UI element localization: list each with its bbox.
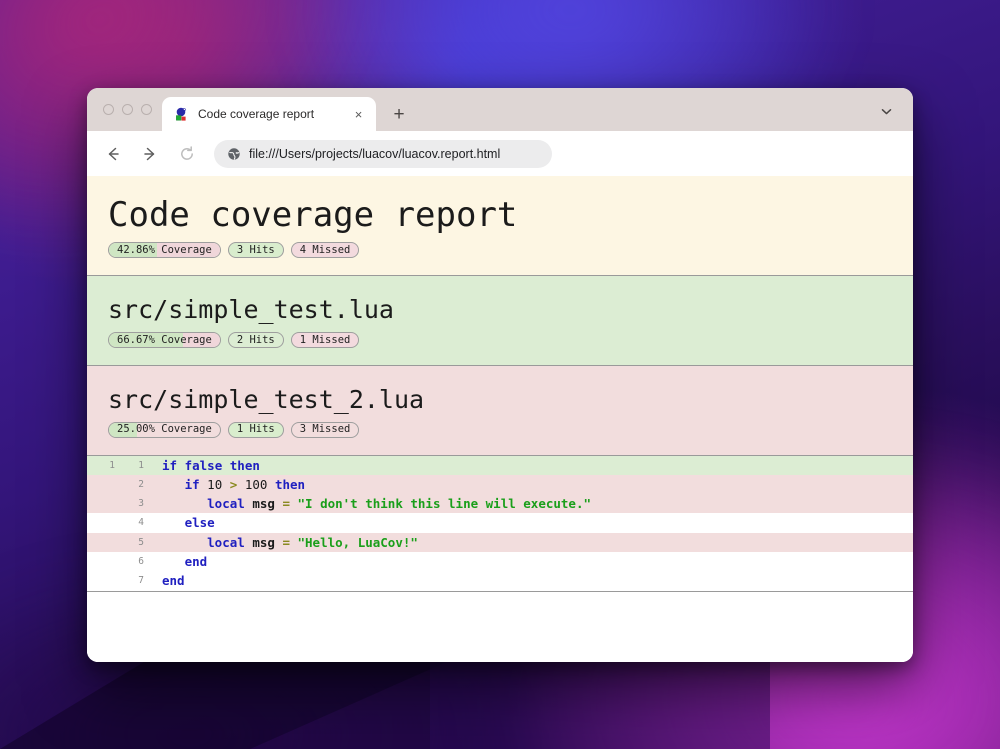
line-number: 1 (138, 459, 144, 471)
minimize-window-button[interactable] (122, 104, 133, 115)
missed-badge-label: 4 Missed (299, 243, 351, 256)
file-missed-badge: 3 Missed (290, 421, 360, 438)
code-text: end (162, 573, 185, 589)
code-text: if 10 > 100 then (184, 476, 306, 492)
code-line: 3 local msg = "I don't think this line w… (87, 494, 913, 514)
summary-coverage-badge: 42.86% Coverage (108, 242, 221, 259)
code-line: 6 end (87, 552, 913, 572)
hits-badge-label: 1 Hits (236, 423, 275, 436)
footer-text: Code coverage generated by LuaCov at 202… (87, 618, 913, 662)
close-tab-icon[interactable]: × (350, 106, 367, 123)
browser-window: Code coverage report × + file:///Users/p… (87, 88, 913, 662)
line-number: 2 (138, 478, 144, 490)
report-page: Code coverage report 42.86% Coverage 3 H… (87, 176, 913, 662)
hit-count: 1 (109, 459, 115, 471)
line-number: 7 (138, 575, 144, 587)
code-line: 1 1 if false then (87, 455, 913, 475)
code-text: local msg = "Hello, LuaCov!" (207, 534, 418, 550)
file-hits-badge: 1 Hits (227, 421, 284, 438)
tab-strip: Code coverage report × + (87, 88, 913, 131)
code-listing: 1 1 if false then 2 if 10 > 100 then 3 l… (87, 455, 913, 592)
file-hits-badge: 2 Hits (227, 331, 284, 348)
forward-icon[interactable] (138, 142, 162, 166)
file-section-simple-test-2: src/simple_test_2.lua 25.00% Coverage 1 … (87, 365, 913, 456)
hits-badge-label: 3 Hits (236, 243, 275, 256)
reload-icon[interactable] (175, 142, 199, 166)
line-number: 5 (138, 536, 144, 548)
code-line: 2 if 10 > 100 then (87, 474, 913, 495)
file-name: src/simple_test.lua (108, 295, 394, 325)
new-tab-button[interactable]: + (385, 100, 413, 128)
code-text: local msg = "I don't think this line wil… (207, 496, 591, 512)
code-text: else (184, 515, 215, 531)
browser-tab-active[interactable]: Code coverage report × (162, 97, 376, 131)
missed-badge-label: 3 Missed (299, 423, 351, 436)
summary-hits-badge: 3 Hits (227, 242, 284, 259)
code-line: 5 local msg = "Hello, LuaCov!" (87, 532, 913, 553)
back-icon[interactable] (101, 142, 125, 166)
file-missed-badge: 1 Missed (290, 331, 360, 348)
close-window-button[interactable] (103, 104, 114, 115)
code-text: if false then (162, 457, 260, 473)
maximize-window-button[interactable] (141, 104, 152, 115)
file-name: src/simple_test_2.lua (108, 384, 425, 414)
luacov-favicon (174, 107, 189, 122)
window-controls (99, 88, 162, 131)
code-line: 7 end (87, 571, 913, 591)
line-number: 6 (138, 556, 144, 568)
line-number: 3 (138, 498, 144, 510)
url-text: file:///Users/projects/luacov/luacov.rep… (249, 146, 501, 161)
file-badges: 25.00% Coverage 1 Hits 3 Missed (108, 421, 913, 438)
summary-missed-badge: 4 Missed (290, 242, 360, 259)
line-number: 4 (138, 517, 144, 529)
report-footer: Code coverage generated by LuaCov at 202… (87, 591, 913, 662)
file-coverage-badge: 66.67% Coverage (108, 331, 221, 348)
coverage-badge-label: 66.67% Coverage (117, 333, 212, 346)
hits-badge-label: 2 Hits (236, 333, 275, 346)
file-badges: 66.67% Coverage 2 Hits 1 Missed (108, 331, 913, 348)
code-text: end (184, 554, 208, 570)
globe-icon (227, 147, 241, 161)
page-title: Code coverage report (108, 195, 518, 235)
coverage-badge-label: 42.86% Coverage (117, 243, 212, 256)
browser-toolbar: file:///Users/projects/luacov/luacov.rep… (87, 131, 913, 176)
report-summary-section: Code coverage report 42.86% Coverage 3 H… (87, 176, 913, 277)
code-line: 4 else (87, 513, 913, 533)
coverage-badge-label: 25.00% Coverage (117, 423, 212, 436)
address-bar[interactable]: file:///Users/projects/luacov/luacov.rep… (214, 139, 552, 168)
summary-badges: 42.86% Coverage 3 Hits 4 Missed (108, 242, 913, 259)
chevron-down-icon[interactable] (875, 100, 897, 122)
file-coverage-badge: 25.00% Coverage (108, 421, 221, 438)
tab-title: Code coverage report (198, 107, 315, 121)
missed-badge-label: 1 Missed (299, 333, 351, 346)
file-section-simple-test: src/simple_test.lua 66.67% Coverage 2 Hi… (87, 276, 913, 366)
